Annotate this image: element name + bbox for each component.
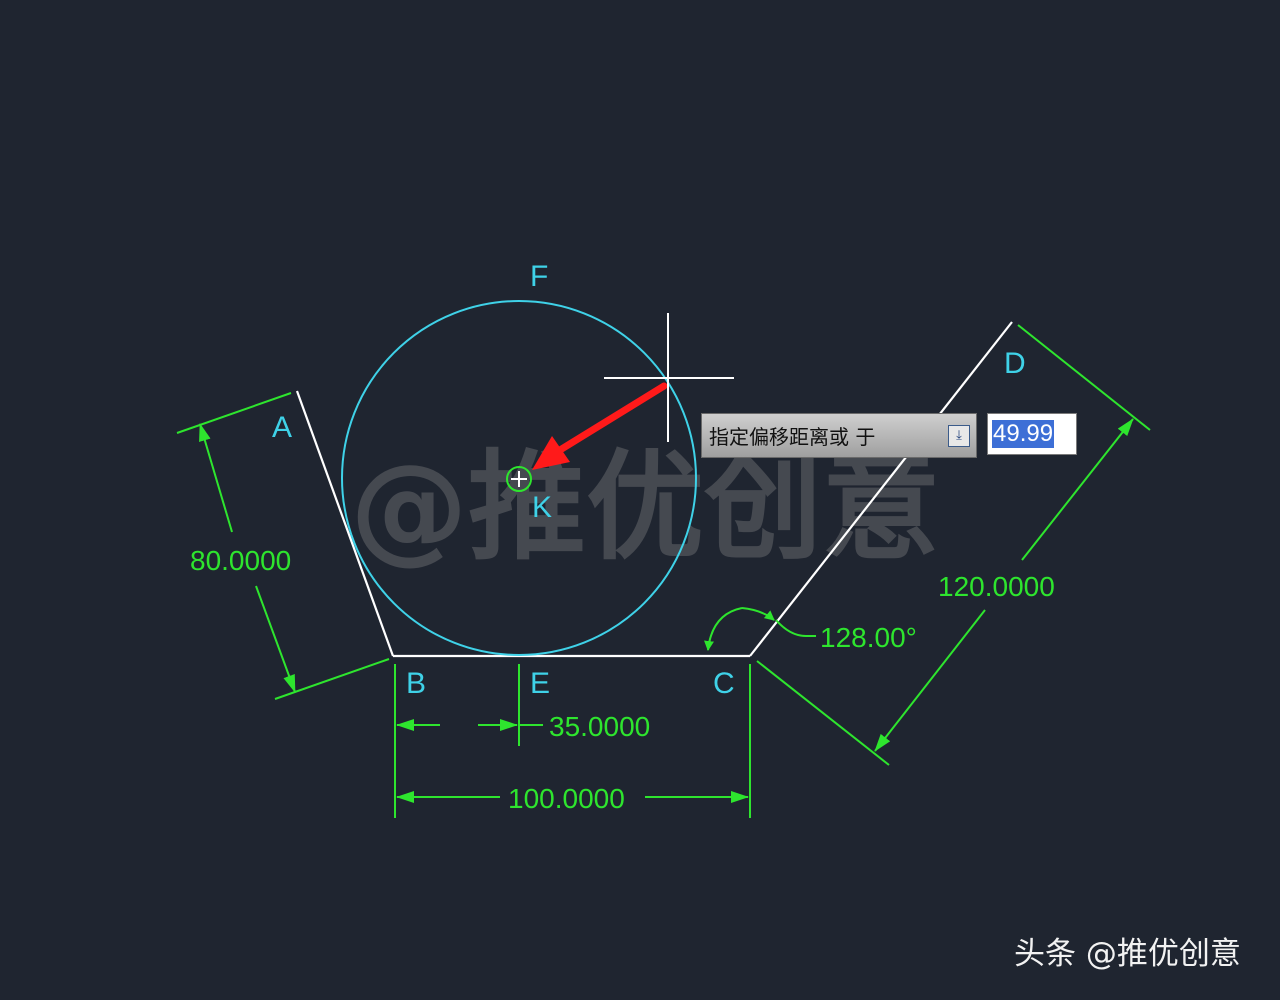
command-prompt-tooltip: 指定偏移距离或 于 ⤓: [701, 413, 977, 458]
dimension-text-offset: 35.0000: [549, 711, 650, 742]
offset-distance-input[interactable]: 49.99: [987, 413, 1077, 455]
center-watermark: @推优创意: [350, 438, 940, 576]
offset-distance-value: 49.99: [992, 420, 1055, 448]
label-point-b: B: [406, 667, 426, 700]
label-point-d: D: [1004, 347, 1026, 380]
dimension-text-angle: 128.00°: [820, 622, 917, 653]
dimension-angle[interactable]: [704, 607, 816, 651]
cad-drawing-canvas[interactable]: @推优创意 A B E C D F K 80.0000 35.0000 100.…: [0, 0, 1280, 1000]
dimension-text-right: 120.0000: [938, 571, 1055, 602]
label-point-c: C: [713, 667, 735, 700]
dimension-text-total: 100.0000: [508, 783, 625, 814]
label-point-k: K: [532, 491, 552, 524]
command-prompt-text: 指定偏移距离或 于: [709, 425, 876, 449]
corner-watermark: 头条 @推优创意: [1014, 936, 1241, 972]
label-point-f: F: [530, 260, 548, 293]
label-point-a: A: [272, 411, 292, 444]
dimension-text-left: 80.0000: [190, 545, 291, 576]
label-point-e: E: [530, 667, 550, 700]
dropdown-arrow-icon[interactable]: ⤓: [948, 424, 970, 447]
